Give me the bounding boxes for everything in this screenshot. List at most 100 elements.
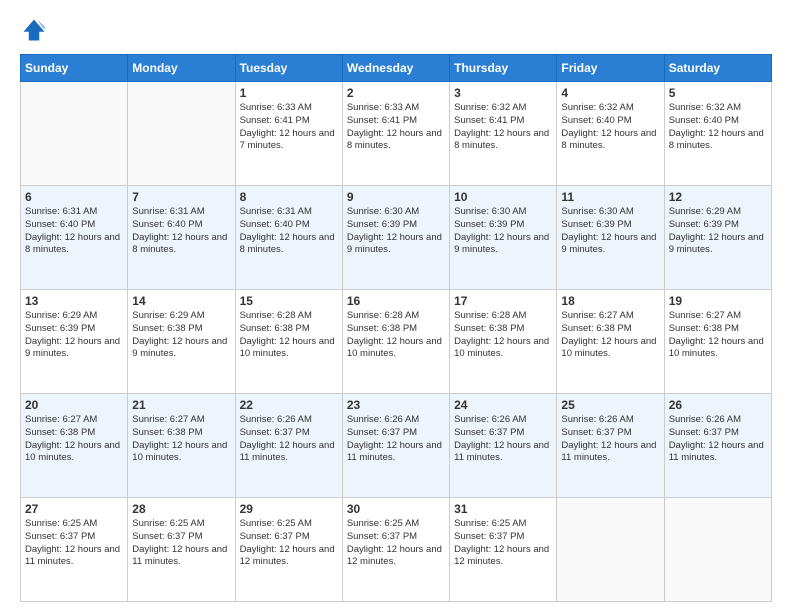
day-info: Sunrise: 6:29 AM Sunset: 6:39 PM Dayligh… [25,310,123,361]
day-number: 16 [347,294,445,308]
day-number: 24 [454,398,552,412]
calendar-header-wednesday: Wednesday [342,55,449,82]
day-info: Sunrise: 6:30 AM Sunset: 6:39 PM Dayligh… [454,206,552,257]
calendar-week-row: 1 Sunrise: 6:33 AM Sunset: 6:41 PM Daylig… [21,82,772,186]
day-info: Sunrise: 6:30 AM Sunset: 6:39 PM Dayligh… [561,206,659,257]
day-info: Sunrise: 6:31 AM Sunset: 6:40 PM Dayligh… [25,206,123,257]
calendar-cell: 28 Sunrise: 6:25 AM Sunset: 6:37 PM Dayli… [128,498,235,602]
calendar-cell: 15 Sunrise: 6:28 AM Sunset: 6:38 PM Dayli… [235,290,342,394]
day-info: Sunrise: 6:27 AM Sunset: 6:38 PM Dayligh… [25,414,123,465]
calendar-week-row: 13 Sunrise: 6:29 AM Sunset: 6:39 PM Dayli… [21,290,772,394]
day-info: Sunrise: 6:31 AM Sunset: 6:40 PM Dayligh… [132,206,230,257]
day-number: 13 [25,294,123,308]
day-info: Sunrise: 6:27 AM Sunset: 6:38 PM Dayligh… [669,310,767,361]
day-number: 6 [25,190,123,204]
generalblue-logo-icon [20,16,48,44]
calendar-cell [664,498,771,602]
day-info: Sunrise: 6:32 AM Sunset: 6:40 PM Dayligh… [669,102,767,153]
calendar-week-row: 27 Sunrise: 6:25 AM Sunset: 6:37 PM Dayli… [21,498,772,602]
calendar-cell: 23Sunrise: 6:26 AM Sunset: 6:37 PM Dayli… [342,394,449,498]
day-number: 11 [561,190,659,204]
day-number: 9 [347,190,445,204]
calendar-cell: 27Sunrise: 6:25 AM Sunset: 6:37 PM Dayli… [21,498,128,602]
calendar-header-monday: Monday [128,55,235,82]
calendar-header-row: SundayMondayTuesdayWednesdayThursdayFrid… [21,55,772,82]
calendar-cell: 14 Sunrise: 6:29 AM Sunset: 6:38 PM Dayli… [128,290,235,394]
day-number: 18 [561,294,659,308]
calendar-week-row: 20 Sunrise: 6:27 AM Sunset: 6:38 PM Dayli… [21,394,772,498]
calendar-cell: 4 Sunrise: 6:32 AM Sunset: 6:40 PM Daylig… [557,82,664,186]
calendar-cell: 20 Sunrise: 6:27 AM Sunset: 6:38 PM Dayli… [21,394,128,498]
day-info: Sunrise: 6:29 AM Sunset: 6:38 PM Dayligh… [132,310,230,361]
day-number: 10 [454,190,552,204]
day-info: Sunrise: 6:28 AM Sunset: 6:38 PM Dayligh… [454,310,552,361]
calendar-cell: 26 Sunrise: 6:26 AM Sunset: 6:37 PM Dayli… [664,394,771,498]
day-number: 2 [347,86,445,100]
day-info: Sunrise: 6:27 AM Sunset: 6:38 PM Dayligh… [132,414,230,465]
calendar-header-saturday: Saturday [664,55,771,82]
day-info: Sunrise: 6:27 AM Sunset: 6:38 PM Dayligh… [561,310,659,361]
day-number: 27 [25,502,123,516]
calendar-cell: 5 Sunrise: 6:32 AM Sunset: 6:40 PM Daylig… [664,82,771,186]
day-number: 12 [669,190,767,204]
calendar-cell: 11 Sunrise: 6:30 AM Sunset: 6:39 PM Dayli… [557,186,664,290]
calendar-cell: 12 Sunrise: 6:29 AM Sunset: 6:39 PM Dayli… [664,186,771,290]
calendar-cell [557,498,664,602]
day-number: 28 [132,502,230,516]
day-info: Sunrise: 6:31 AM Sunset: 6:40 PM Dayligh… [240,206,338,257]
calendar-header-tuesday: Tuesday [235,55,342,82]
day-info: Sunrise: 6:25 AM Sunset: 6:37 PM Dayligh… [347,518,445,569]
calendar-cell: 30 Sunrise: 6:25 AM Sunset: 6:37 PM Dayli… [342,498,449,602]
calendar-cell [128,82,235,186]
day-info: Sunrise: 6:25 AM Sunset: 6:37 PM Dayligh… [132,518,230,569]
day-number: 15 [240,294,338,308]
calendar-cell: 13 Sunrise: 6:29 AM Sunset: 6:39 PM Dayli… [21,290,128,394]
day-number: 31 [454,502,552,516]
day-number: 20 [25,398,123,412]
day-info: Sunrise: 6:26 AM Sunset: 6:37 PM Dayligh… [561,414,659,465]
calendar-cell: 29 Sunrise: 6:25 AM Sunset: 6:37 PM Dayli… [235,498,342,602]
calendar-cell: 1 Sunrise: 6:33 AM Sunset: 6:41 PM Daylig… [235,82,342,186]
day-info: Sunrise: 6:33 AM Sunset: 6:41 PM Dayligh… [347,102,445,153]
logo [20,16,52,44]
day-info: Sunrise: 6:28 AM Sunset: 6:38 PM Dayligh… [240,310,338,361]
day-number: 3 [454,86,552,100]
calendar-cell: 25 Sunrise: 6:26 AM Sunset: 6:37 PM Dayli… [557,394,664,498]
day-info: Sunrise: 6:29 AM Sunset: 6:39 PM Dayligh… [669,206,767,257]
page: SundayMondayTuesdayWednesdayThursdayFrid… [0,0,792,612]
calendar-cell: 10 Sunrise: 6:30 AM Sunset: 6:39 PM Dayli… [450,186,557,290]
day-number: 22 [240,398,338,412]
day-number: 5 [669,86,767,100]
day-number: 19 [669,294,767,308]
day-info: Sunrise: 6:26 AM Sunset: 6:37 PM Dayligh… [454,414,552,465]
calendar-header-friday: Friday [557,55,664,82]
day-info: Sunrise: 6:32 AM Sunset: 6:40 PM Dayligh… [561,102,659,153]
calendar-cell: 6 Sunrise: 6:31 AM Sunset: 6:40 PM Daylig… [21,186,128,290]
day-info: Sunrise: 6:33 AM Sunset: 6:41 PM Dayligh… [240,102,338,153]
calendar-cell: 17Sunrise: 6:28 AM Sunset: 6:38 PM Dayli… [450,290,557,394]
calendar-header-sunday: Sunday [21,55,128,82]
calendar-cell: 8 Sunrise: 6:31 AM Sunset: 6:40 PM Daylig… [235,186,342,290]
day-info: Sunrise: 6:25 AM Sunset: 6:37 PM Dayligh… [454,518,552,569]
day-number: 30 [347,502,445,516]
calendar-cell: 31 Sunrise: 6:25 AM Sunset: 6:37 PM Dayli… [450,498,557,602]
day-number: 1 [240,86,338,100]
calendar-table: SundayMondayTuesdayWednesdayThursdayFrid… [20,54,772,602]
day-info: Sunrise: 6:26 AM Sunset: 6:37 PM Dayligh… [669,414,767,465]
day-number: 4 [561,86,659,100]
day-number: 26 [669,398,767,412]
calendar-cell: 2 Sunrise: 6:33 AM Sunset: 6:41 PM Daylig… [342,82,449,186]
day-info: Sunrise: 6:25 AM Sunset: 6:37 PM Dayligh… [240,518,338,569]
calendar-cell: 18 Sunrise: 6:27 AM Sunset: 6:38 PM Dayli… [557,290,664,394]
calendar-week-row: 6 Sunrise: 6:31 AM Sunset: 6:40 PM Daylig… [21,186,772,290]
header [20,16,772,44]
day-number: 14 [132,294,230,308]
day-number: 29 [240,502,338,516]
day-number: 25 [561,398,659,412]
calendar-cell: 16 Sunrise: 6:28 AM Sunset: 6:38 PM Dayli… [342,290,449,394]
day-info: Sunrise: 6:30 AM Sunset: 6:39 PM Dayligh… [347,206,445,257]
day-info: Sunrise: 6:28 AM Sunset: 6:38 PM Dayligh… [347,310,445,361]
calendar-cell: 3Sunrise: 6:32 AM Sunset: 6:41 PM Daylig… [450,82,557,186]
day-number: 8 [240,190,338,204]
calendar-cell: 9 Sunrise: 6:30 AM Sunset: 6:39 PM Daylig… [342,186,449,290]
